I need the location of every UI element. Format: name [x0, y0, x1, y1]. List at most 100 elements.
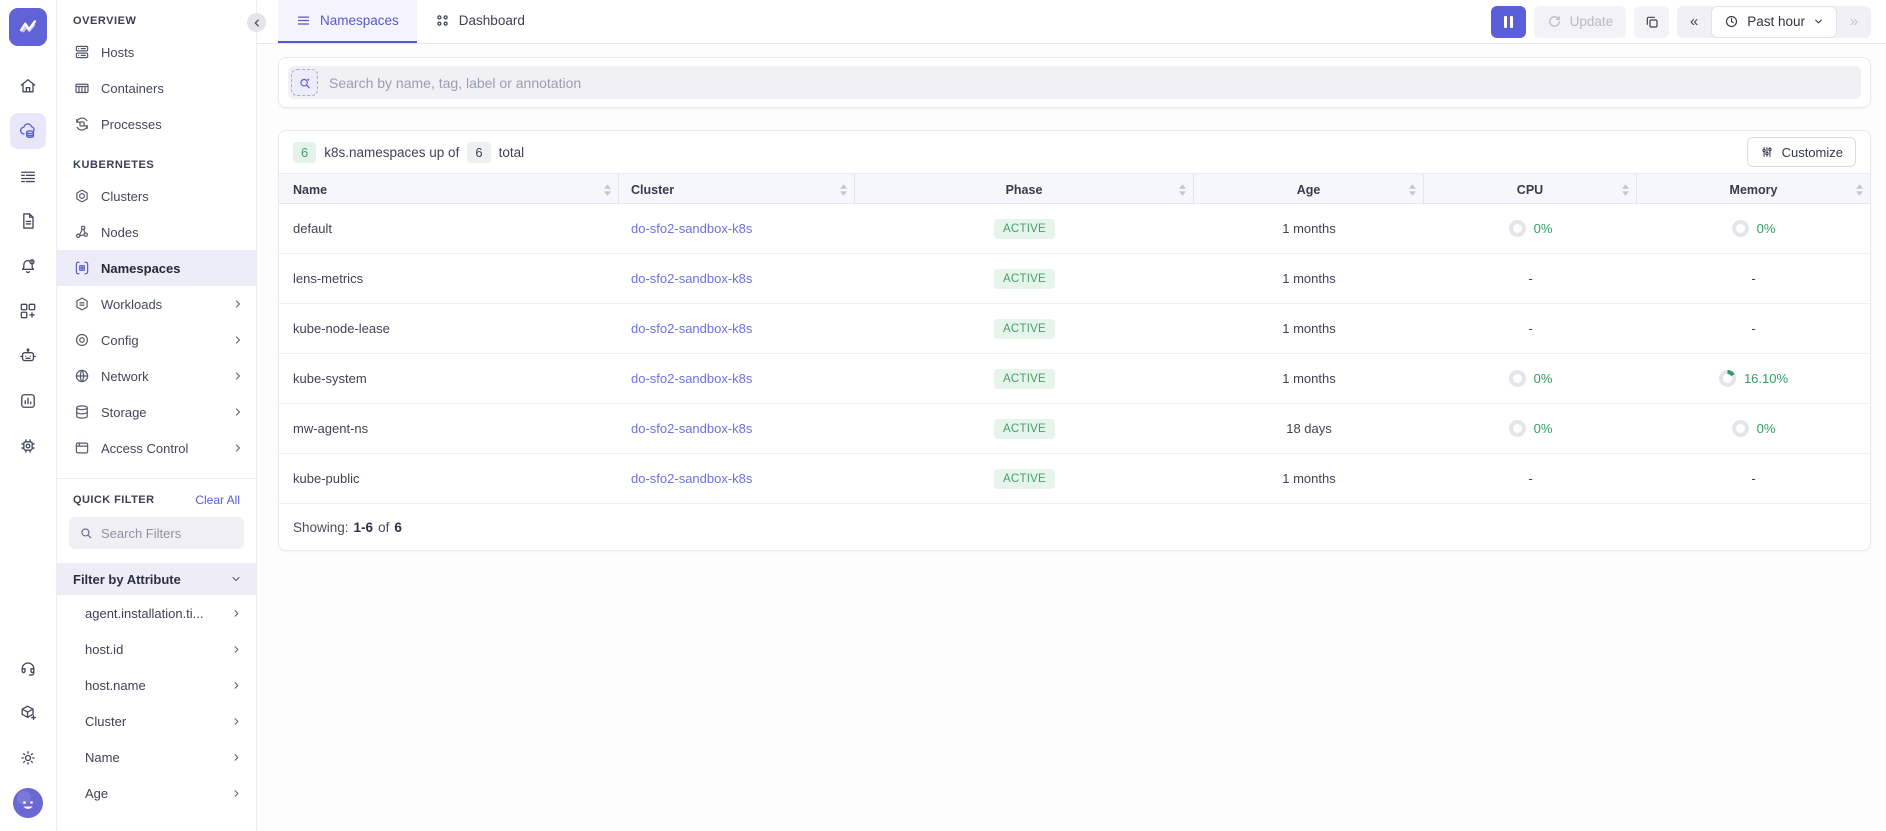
attribute-label: Age	[85, 786, 108, 801]
column-header-name[interactable]: Name	[279, 174, 619, 205]
sidebar-item-label: Workloads	[101, 297, 222, 312]
rail-home-icon[interactable]	[10, 68, 46, 104]
clear-all-link[interactable]: Clear All	[195, 493, 240, 507]
time-back-button[interactable]: «	[1677, 6, 1711, 38]
table-row[interactable]: lens-metrics do-sfo2-sandbox-k8s ACTIVE …	[279, 254, 1870, 304]
attribute-label: agent.installation.ti...	[85, 606, 204, 621]
containers-icon	[73, 79, 91, 97]
sidebar-item-label: Processes	[101, 117, 162, 132]
time-range-label: Past hour	[1747, 14, 1805, 29]
chevron-right-icon	[231, 608, 242, 619]
search-bar[interactable]	[288, 66, 1861, 99]
content-area: 6 k8s.namespaces up of 6 total Customize…	[257, 44, 1886, 551]
filter-search-box[interactable]	[69, 517, 244, 549]
rail-infrastructure-icon[interactable]	[10, 113, 46, 149]
filter-search-input[interactable]	[101, 526, 221, 541]
attribute-item-cluster[interactable]: Cluster	[57, 703, 256, 739]
pause-icon	[1504, 16, 1507, 28]
cluster-link[interactable]: do-sfo2-sandbox-k8s	[631, 421, 752, 436]
rail-addons-icon[interactable]	[10, 695, 46, 731]
table-row[interactable]: default do-sfo2-sandbox-k8s ACTIVE 1 mon…	[279, 204, 1870, 254]
sidebar-collapse-button[interactable]	[247, 13, 266, 32]
rail-support-icon[interactable]	[10, 650, 46, 686]
sidebar-item-label: Storage	[101, 405, 222, 420]
namespace-name: kube-node-lease	[279, 321, 619, 336]
rail-settings-icon[interactable]	[10, 740, 46, 776]
ai-search-icon[interactable]	[291, 69, 318, 96]
storage-icon	[73, 403, 91, 421]
main-area: Namespaces Dashboard Update «	[257, 0, 1886, 831]
table-header-row: Name Cluster Phase Age CPU Memory	[279, 173, 1870, 204]
sidebar-item-access-control[interactable]: Access Control	[57, 430, 256, 466]
attribute-item-name[interactable]: Name	[57, 739, 256, 775]
rail-integrations-icon[interactable]	[10, 293, 46, 329]
column-header-cpu[interactable]: CPU	[1424, 174, 1637, 205]
dashboard-grid-icon	[435, 13, 450, 28]
rail-alerts-icon[interactable]	[10, 248, 46, 284]
attribute-item-host-name[interactable]: host.name	[57, 667, 256, 703]
sidebar-item-clusters[interactable]: Clusters	[57, 178, 256, 214]
attribute-label: Name	[85, 750, 120, 765]
copy-button[interactable]	[1634, 6, 1669, 38]
total-count-badge: 6	[467, 142, 490, 163]
rail-resources-icon[interactable]	[10, 428, 46, 464]
tab-dashboard[interactable]: Dashboard	[417, 0, 543, 43]
sidebar-item-nodes[interactable]: Nodes	[57, 214, 256, 250]
sort-icon[interactable]	[1622, 184, 1629, 196]
sidebar-item-network[interactable]: Network	[57, 358, 256, 394]
sidebar-item-hosts[interactable]: Hosts	[57, 34, 256, 70]
chevron-down-icon	[230, 573, 242, 585]
sidebar-item-config[interactable]: Config	[57, 322, 256, 358]
table-row[interactable]: kube-public do-sfo2-sandbox-k8s ACTIVE 1…	[279, 454, 1870, 504]
rail-reports-icon[interactable]	[10, 383, 46, 419]
column-header-phase[interactable]: Phase	[855, 174, 1194, 205]
rail-logs-icon[interactable]	[10, 158, 46, 194]
chevron-right-icon	[231, 680, 242, 691]
attribute-item-age[interactable]: Age	[57, 775, 256, 811]
chevron-right-icon	[232, 442, 244, 454]
middleware-logo[interactable]	[9, 8, 47, 46]
sort-icon[interactable]	[1856, 184, 1863, 196]
sort-icon[interactable]	[840, 184, 847, 196]
tab-namespaces[interactable]: Namespaces	[278, 0, 417, 43]
cluster-link[interactable]: do-sfo2-sandbox-k8s	[631, 321, 752, 336]
sidebar-item-workloads[interactable]: Workloads	[57, 286, 256, 322]
time-range-selector[interactable]: Past hour	[1711, 6, 1837, 38]
rail-document-icon[interactable]	[10, 203, 46, 239]
table-row[interactable]: kube-node-lease do-sfo2-sandbox-k8s ACTI…	[279, 304, 1870, 354]
pause-button[interactable]	[1491, 6, 1526, 38]
phase-badge: ACTIVE	[994, 319, 1055, 339]
network-icon	[73, 367, 91, 385]
sidebar-item-label: Clusters	[101, 189, 149, 204]
attribute-item-host-id[interactable]: host.id	[57, 631, 256, 667]
column-header-cluster[interactable]: Cluster	[619, 174, 855, 205]
sidebar-item-storage[interactable]: Storage	[57, 394, 256, 430]
column-header-memory[interactable]: Memory	[1637, 174, 1870, 205]
chevron-left-icon	[252, 18, 262, 28]
cluster-link[interactable]: do-sfo2-sandbox-k8s	[631, 271, 752, 286]
cluster-link[interactable]: do-sfo2-sandbox-k8s	[631, 221, 752, 236]
time-forward-button[interactable]: »	[1837, 6, 1871, 38]
sort-icon[interactable]	[1409, 184, 1416, 196]
attribute-item-agent-installation[interactable]: agent.installation.ti...	[57, 595, 256, 631]
showing-range: 1-6	[354, 520, 374, 535]
column-header-age[interactable]: Age	[1194, 174, 1424, 205]
sort-icon[interactable]	[604, 184, 611, 196]
sidebar-item-processes[interactable]: Processes	[57, 106, 256, 142]
sidebar-item-containers[interactable]: Containers	[57, 70, 256, 106]
cluster-link[interactable]: do-sfo2-sandbox-k8s	[631, 371, 752, 386]
cpu-metric: -	[1424, 321, 1637, 336]
table-row[interactable]: kube-system do-sfo2-sandbox-k8s ACTIVE 1…	[279, 354, 1870, 404]
table-row[interactable]: mw-agent-ns do-sfo2-sandbox-k8s ACTIVE 1…	[279, 404, 1870, 454]
update-button[interactable]: Update	[1534, 6, 1627, 38]
customize-button[interactable]: Customize	[1747, 137, 1856, 167]
main-search-input[interactable]	[318, 75, 1861, 91]
rail-assistant-icon[interactable]	[10, 338, 46, 374]
user-avatar[interactable]	[10, 785, 46, 821]
update-label: Update	[1570, 14, 1614, 29]
filter-by-attribute-header[interactable]: Filter by Attribute	[57, 563, 256, 595]
cluster-link[interactable]: do-sfo2-sandbox-k8s	[631, 471, 752, 486]
sidebar-item-namespaces[interactable]: Namespaces	[57, 250, 256, 286]
sort-icon[interactable]	[1179, 184, 1186, 196]
time-range-group: « Past hour »	[1677, 6, 1871, 38]
